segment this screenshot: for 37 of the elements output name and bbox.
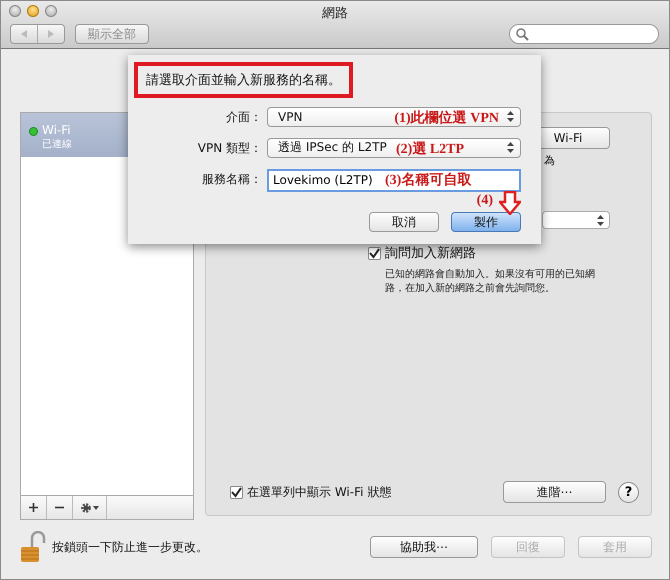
service-name: Wi-Fi xyxy=(42,123,72,137)
checkbox-label: 在選單列中顯示 Wi-Fi 狀態 xyxy=(247,484,392,500)
partial-text: 為 xyxy=(544,153,555,168)
gear-icon xyxy=(80,502,100,514)
network-name-popup[interactable] xyxy=(542,211,610,229)
advanced-button[interactable]: 進階⋯ xyxy=(503,481,606,503)
search-field[interactable] xyxy=(509,24,659,44)
annotation-text: (3)名稱可自取 xyxy=(385,171,472,188)
help-button[interactable]: ? xyxy=(618,482,639,502)
dialog-prompt: 請選取介面並輸入新服務的名稱。 xyxy=(146,73,341,88)
help-text: 已知的網路會自動加入。如果沒有可用的已知網路，在加入新的網路之前會先詢問您。 xyxy=(385,268,595,296)
annotation-text: (2)選 L2TP xyxy=(396,140,464,158)
checkbox[interactable] xyxy=(368,246,381,260)
dialog-button[interactable]: 取消 xyxy=(369,212,439,232)
search-icon xyxy=(516,28,529,40)
updown-arrows-icon xyxy=(597,214,604,226)
zoom-button[interactable] xyxy=(45,5,57,17)
field-label: VPN 類型： xyxy=(196,140,263,157)
left-triangle-icon xyxy=(19,29,29,39)
annotation-text: (1)此欄位選 VPN xyxy=(394,109,499,126)
close-button[interactable] xyxy=(9,5,21,17)
field-label: 服務名稱： xyxy=(201,171,263,188)
checkbox[interactable] xyxy=(230,486,243,498)
updown-arrows-icon xyxy=(507,142,514,153)
service-status: 已連線 xyxy=(42,138,72,151)
down-arrow-icon xyxy=(499,191,521,215)
minimize-button[interactable] xyxy=(27,5,39,17)
annotation-text: (4) xyxy=(476,193,493,209)
updown-arrows-icon xyxy=(507,111,514,122)
lock-text: 按鎖頭一下防止進一步更改。 xyxy=(52,538,208,556)
plus-icon xyxy=(29,503,38,512)
window-title: 網路 xyxy=(322,5,348,22)
footer-button[interactable]: 協助我⋯ xyxy=(370,536,478,558)
dialog-button[interactable]: 製作 xyxy=(451,212,521,232)
right-triangle-icon xyxy=(46,29,56,39)
checkbox-label: 詢問加入新網路 xyxy=(385,245,476,262)
field-label: 介面： xyxy=(225,109,263,126)
